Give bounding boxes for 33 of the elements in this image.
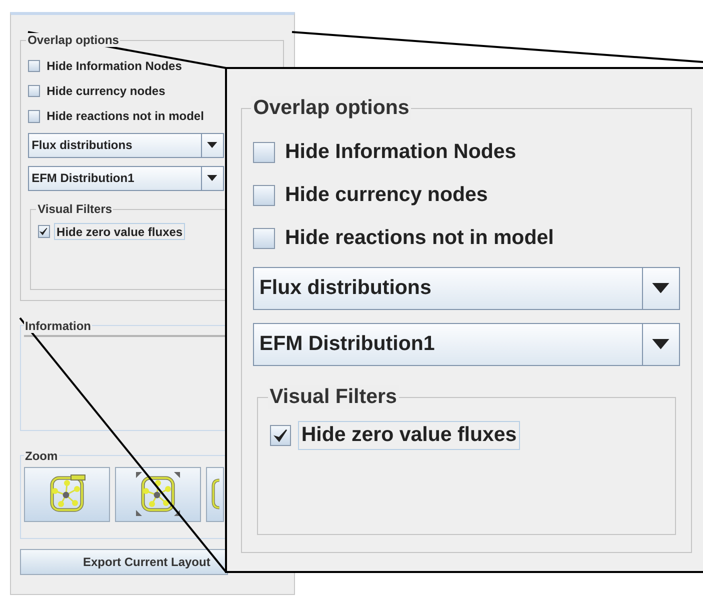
checkbox-label[interactable]: Hide Information Nodes xyxy=(44,57,184,74)
export-button[interactable]: Export Current Layout xyxy=(20,548,228,575)
checkbox[interactable] xyxy=(270,424,292,446)
zoom-button[interactable] xyxy=(115,466,201,522)
dropdown[interactable]: EFM Distribution1 xyxy=(28,166,224,191)
dropdown-arrow-icon xyxy=(207,142,218,148)
checkbox[interactable] xyxy=(38,225,50,238)
group-title: Overlap options xyxy=(251,96,412,120)
checkbox[interactable] xyxy=(253,228,275,250)
check-icon xyxy=(39,227,48,236)
dropdown-arrow-icon xyxy=(652,339,670,350)
checkbox-label[interactable]: Hide reactions not in model xyxy=(282,224,557,252)
checkbox[interactable] xyxy=(253,142,275,164)
dropdown-arrow-icon xyxy=(207,175,218,182)
checkbox[interactable] xyxy=(28,110,40,123)
checkbox-label[interactable]: Hide currency nodes xyxy=(282,181,491,210)
checkbox[interactable] xyxy=(28,60,40,72)
checkbox-label[interactable]: Hide zero value fluxes xyxy=(54,223,185,240)
group-title: Overlap options xyxy=(26,33,120,47)
checkbox-label[interactable]: Hide zero value fluxes xyxy=(298,421,520,450)
checkbox-label[interactable]: Hide Information Nodes xyxy=(282,138,520,166)
dropdown[interactable]: Flux distributions xyxy=(253,266,680,310)
group-title: Visual Filters xyxy=(36,202,114,216)
dropdown[interactable]: Flux distributions xyxy=(28,132,224,158)
checkbox[interactable] xyxy=(253,184,275,206)
group-title: Information xyxy=(24,318,92,333)
checkbox[interactable] xyxy=(28,84,40,98)
group-title: Zoom xyxy=(24,448,59,463)
checkbox-label[interactable]: Hide currency nodes xyxy=(44,82,168,100)
dropdown-arrow-icon xyxy=(652,282,670,294)
check-icon xyxy=(272,428,288,444)
checkbox-label[interactable]: Hide reactions not in model xyxy=(44,108,206,125)
dropdown[interactable]: EFM Distribution1 xyxy=(253,322,680,366)
